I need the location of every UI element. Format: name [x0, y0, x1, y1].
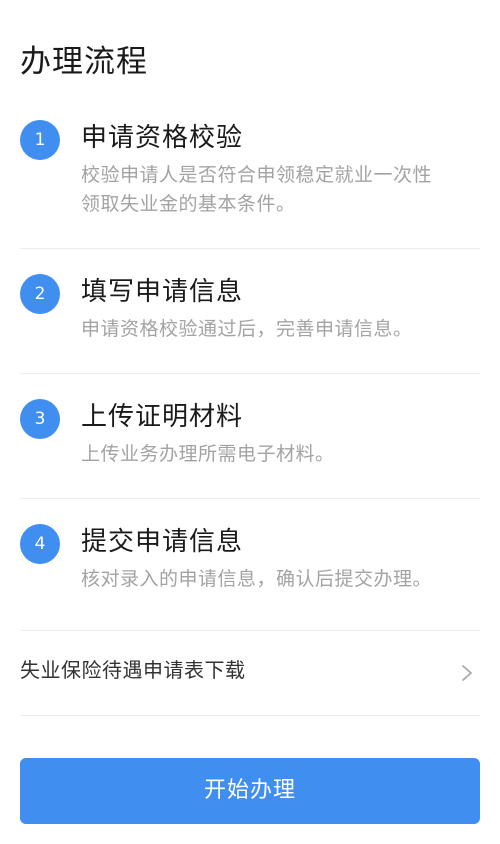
step-description: 上传业务办理所需电子材料。: [81, 443, 335, 465]
start-process-button[interactable]: 开始办理: [20, 758, 480, 824]
step-title: 提交申请信息: [81, 527, 244, 557]
step-title: 填写申请信息: [81, 277, 244, 307]
download-label: 失业保险待遇申请表下载: [20, 658, 246, 682]
step-title: 申请资格校验: [81, 123, 244, 153]
step-number-badge: 1: [20, 120, 60, 160]
application-form-download-link[interactable]: 失业保险待遇申请表下载: [20, 630, 480, 716]
step-title: 上传证明材料: [81, 402, 244, 432]
step-item: 4 提交申请信息 核对录入的申请信息，确认后提交办理。: [20, 499, 480, 631]
process-steps-list: 1 申请资格校验 校验申请人是否符合申领稳定就业一次性 领取失业金的基本条件。 …: [20, 105, 480, 631]
page-title: 办理流程: [20, 44, 148, 80]
step-item: 3 上传证明材料 上传业务办理所需电子材料。: [20, 374, 480, 499]
step-number-badge: 4: [20, 524, 60, 564]
process-page: 办理流程 1 申请资格校验 校验申请人是否符合申领稳定就业一次性 领取失业金的基…: [0, 0, 500, 844]
step-description: 核对录入的申请信息，确认后提交办理。: [81, 568, 433, 590]
step-description: 申请资格校验通过后，完善申请信息。: [81, 318, 413, 340]
step-item: 1 申请资格校验 校验申请人是否符合申领稳定就业一次性 领取失业金的基本条件。: [20, 105, 480, 249]
step-number-badge: 3: [20, 399, 60, 439]
chevron-right-icon: [462, 665, 472, 681]
step-description: 校验申请人是否符合申领稳定就业一次性 领取失业金的基本条件。: [81, 161, 480, 219]
step-number-badge: 2: [20, 274, 60, 314]
step-description-line: 领取失业金的基本条件。: [81, 193, 296, 215]
step-description-line: 校验申请人是否符合申领稳定就业一次性: [81, 164, 433, 186]
step-item: 2 填写申请信息 申请资格校验通过后，完善申请信息。: [20, 249, 480, 374]
